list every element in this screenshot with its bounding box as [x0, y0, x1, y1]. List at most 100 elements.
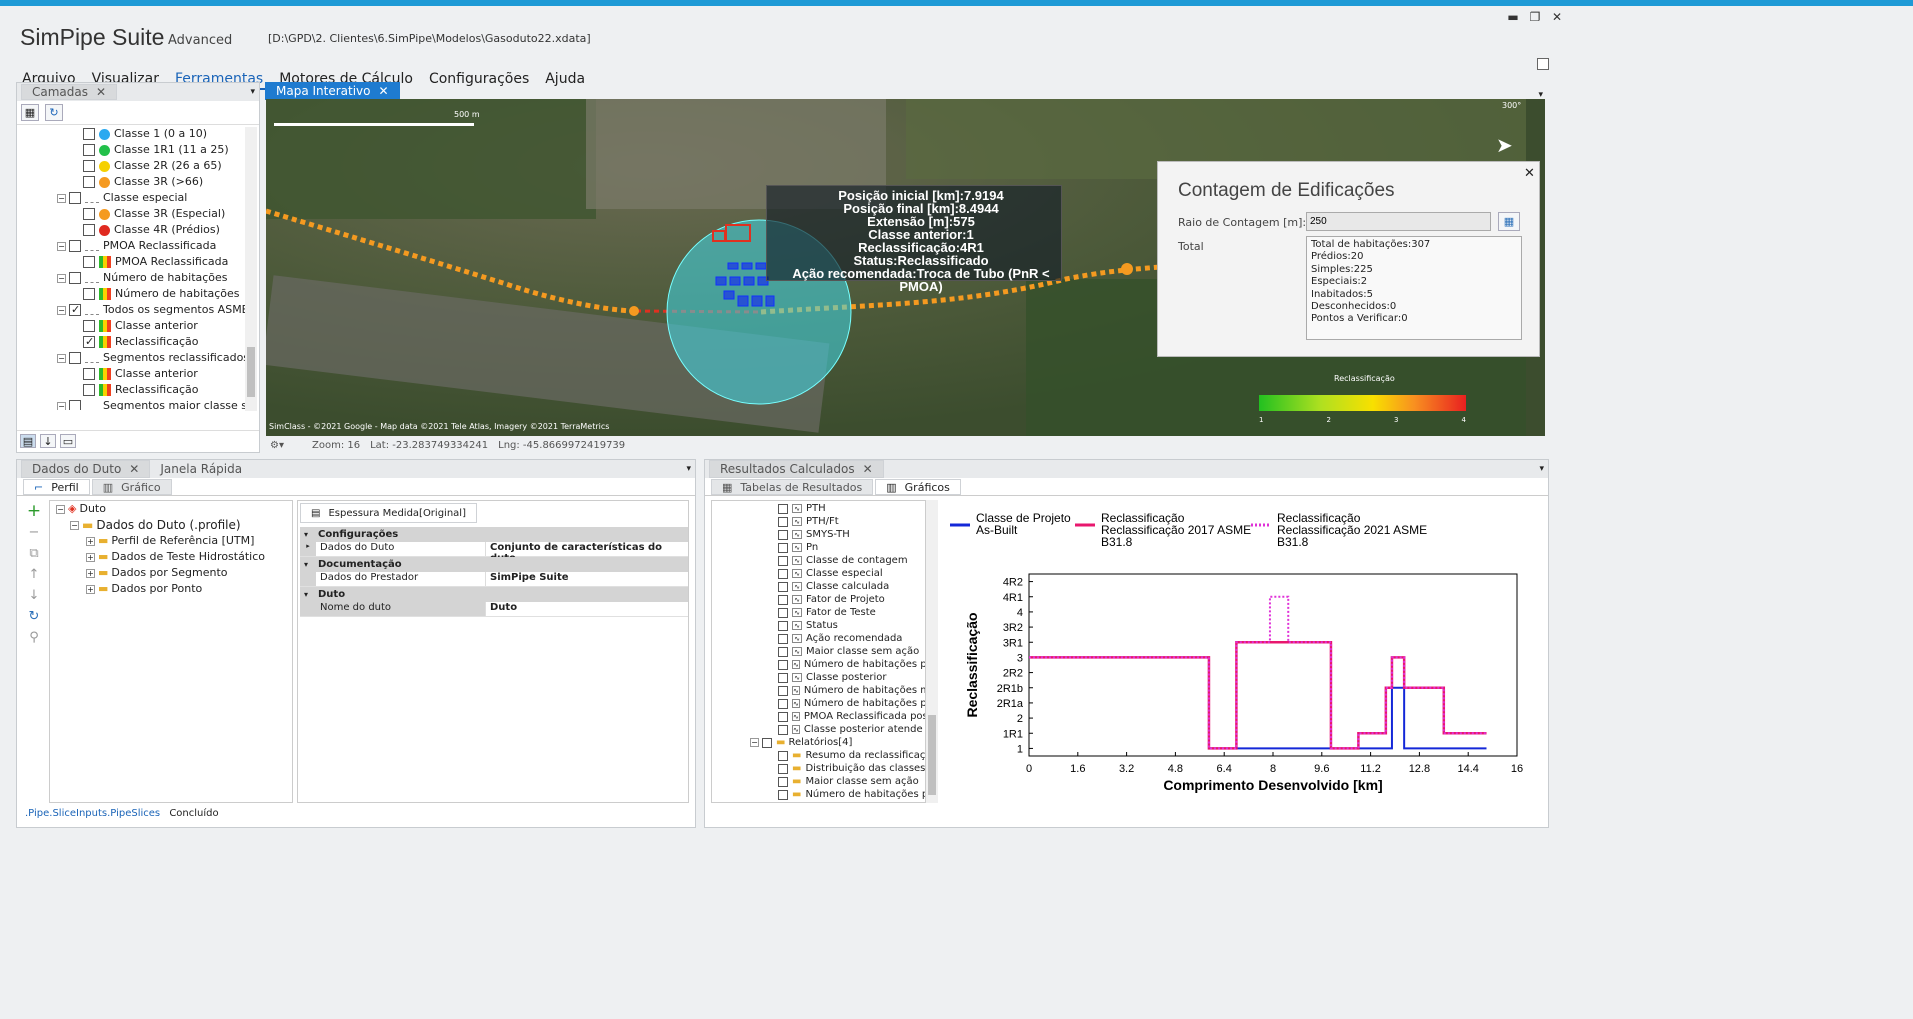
collapse-icon[interactable]: ▾	[304, 560, 308, 569]
sort-alpha-icon[interactable]: ↓	[40, 434, 56, 448]
layer-item[interactable]: Número de habitações	[17, 286, 245, 302]
collapse-icon[interactable]: ▾	[304, 530, 308, 539]
layer-item[interactable]: Classe anterior	[17, 366, 245, 382]
map-tools-icon[interactable]: ⚙▾	[270, 440, 284, 451]
tree-item[interactable]: + ▬ Perfil de Referência [UTM]	[50, 533, 292, 549]
layer-item[interactable]: Classe 3R (>66)	[17, 174, 245, 190]
remove-icon[interactable]: −	[25, 523, 43, 541]
move-up-icon[interactable]: ↑	[25, 565, 43, 583]
item-checkbox[interactable]	[778, 503, 788, 514]
tab-dados-duto[interactable]: Dados do Duto ✕	[21, 460, 151, 478]
tab-janela-rapida[interactable]: Janela Rápida	[150, 460, 252, 478]
calculator-icon[interactable]: ▦	[1498, 212, 1520, 231]
tab-espessura[interactable]: ▤ Espessura Medida[Original]	[300, 503, 477, 523]
radius-input[interactable]	[1306, 212, 1491, 231]
result-item[interactable]: ∿ Pn	[712, 541, 925, 554]
result-item[interactable]: ∿Classe posterior atende nor	[712, 723, 925, 736]
item-checkbox[interactable]	[778, 750, 788, 761]
result-item[interactable]: ∿ Fator de Teste	[712, 606, 925, 619]
result-item[interactable]: ∿PMOA Reclassificada posteri	[712, 710, 925, 723]
layer-item[interactable]: Reclassificação	[17, 382, 245, 398]
result-item[interactable]: ∿ Classe calculada	[712, 580, 925, 593]
tree-item[interactable]: + ▬ Dados de Teste Hidrostático	[50, 549, 292, 565]
collapse-icon[interactable]: −	[57, 241, 66, 251]
results-scrollbar[interactable]	[926, 500, 938, 803]
tab-perfil[interactable]: ⌐ Perfil	[23, 479, 90, 495]
layer-checkbox[interactable]	[83, 334, 95, 350]
result-item[interactable]: ∿Número de habitações para	[712, 658, 925, 671]
tab-resultados[interactable]: Resultados Calculados ✕	[709, 460, 884, 478]
item-checkbox[interactable]	[778, 672, 788, 683]
property-section-header[interactable]: ▾ Configurações	[300, 527, 688, 542]
layer-checkbox[interactable]	[83, 256, 95, 268]
layer-item[interactable]: Classe 4R (Prédios)	[17, 222, 245, 238]
result-item[interactable]: ∿ Classe de contagem	[712, 554, 925, 567]
item-checkbox[interactable]	[778, 542, 788, 553]
item-checkbox[interactable]	[778, 698, 788, 709]
layer-checkbox[interactable]	[69, 352, 81, 364]
layer-checkbox[interactable]	[83, 384, 95, 396]
layer-item[interactable]: − Segmentos maior classe sem ação	[17, 398, 245, 410]
layer-checkbox[interactable]	[83, 224, 95, 236]
layer-item[interactable]: − Segmentos reclassificados ASME	[17, 350, 245, 366]
layer-checkbox[interactable]	[69, 400, 81, 410]
collapse-icon[interactable]: −	[750, 738, 759, 747]
layer-checkbox[interactable]	[83, 320, 95, 332]
minimize-icon[interactable]: ▬	[1503, 10, 1523, 24]
close-icon[interactable]: ✕	[96, 85, 106, 99]
layer-checkbox[interactable]	[83, 144, 95, 156]
layer-checkbox[interactable]	[69, 302, 81, 318]
close-icon[interactable]: ✕	[1524, 166, 1535, 181]
item-checkbox[interactable]	[778, 594, 788, 605]
item-checkbox[interactable]	[778, 789, 788, 800]
item-checkbox[interactable]	[778, 646, 788, 657]
item-checkbox[interactable]	[778, 685, 788, 696]
layer-checkbox[interactable]	[83, 368, 95, 380]
close-icon[interactable]: ✕	[1547, 10, 1567, 24]
report-item[interactable]: ▬Número de habitações para	[712, 788, 925, 801]
tab-graficos[interactable]: ▥ Gráficos	[875, 479, 961, 495]
result-item[interactable]: ∿ Classe posterior	[712, 671, 925, 684]
property-value[interactable]: SimPipe Suite	[486, 572, 688, 586]
dropdown-icon[interactable]: ▾	[686, 464, 691, 474]
layer-item[interactable]: − Classe especial	[17, 190, 245, 206]
result-item[interactable]: ∿Número de habitações mínir	[712, 684, 925, 697]
layer-checkbox[interactable]	[83, 176, 95, 188]
tab-tabelas[interactable]: ▦ Tabelas de Resultados	[711, 479, 874, 495]
layer-view-icon[interactable]: ▦	[21, 104, 39, 121]
refresh-icon[interactable]: ↻	[25, 607, 43, 625]
item-checkbox[interactable]	[778, 776, 788, 787]
tree-item[interactable]: − ▬ Dados do Duto (.profile)	[50, 517, 292, 533]
result-item[interactable]: ∿ Classe especial	[712, 567, 925, 580]
close-icon[interactable]: ✕	[379, 84, 389, 98]
property-row[interactable]: ▸ Dados do Duto Conjunto de característica…	[300, 542, 688, 564]
layer-item[interactable]: Classe 1 (0 a 10)	[17, 126, 245, 142]
result-item[interactable]: ∿ PTH/Ft	[712, 515, 925, 528]
report-item[interactable]: ▬ Distribuição das classes	[712, 762, 925, 775]
item-checkbox[interactable]	[778, 529, 788, 540]
dropdown-icon[interactable]: ▾	[1539, 464, 1544, 474]
layer-checkbox[interactable]	[69, 240, 81, 252]
layer-item[interactable]: Classe 3R (Especial)	[17, 206, 245, 222]
item-checkbox[interactable]	[778, 516, 788, 527]
close-icon[interactable]: ✕	[129, 462, 139, 476]
layer-checkbox[interactable]	[83, 160, 95, 172]
result-item[interactable]: ∿ SMYS-TH	[712, 528, 925, 541]
layer-item[interactable]: Classe 1R1 (11 a 25)	[17, 142, 245, 158]
property-value[interactable]: Duto	[486, 602, 688, 616]
result-item[interactable]: ∿ PTH	[712, 502, 925, 515]
property-section-header[interactable]: ▾ Documentação	[300, 557, 688, 572]
tab-grafico[interactable]: ▥ Gráfico	[91, 479, 172, 495]
layer-checkbox[interactable]	[83, 208, 95, 220]
tree-item[interactable]: + ▬ Dados por Segmento	[50, 565, 292, 581]
layer-item[interactable]: − Todos os segmentos ASME	[17, 302, 245, 318]
sort-category-icon[interactable]: ▤	[20, 434, 36, 448]
collapse-icon[interactable]: −	[57, 353, 66, 363]
item-checkbox[interactable]	[778, 711, 788, 722]
item-checkbox[interactable]	[778, 620, 788, 631]
layer-checkbox[interactable]	[69, 192, 81, 204]
add-icon[interactable]: +	[25, 501, 43, 521]
item-checkbox[interactable]	[778, 763, 788, 774]
collapse-icon[interactable]: −	[57, 193, 66, 203]
reports-folder[interactable]: − ▬ Relatórios[4]	[712, 736, 925, 749]
